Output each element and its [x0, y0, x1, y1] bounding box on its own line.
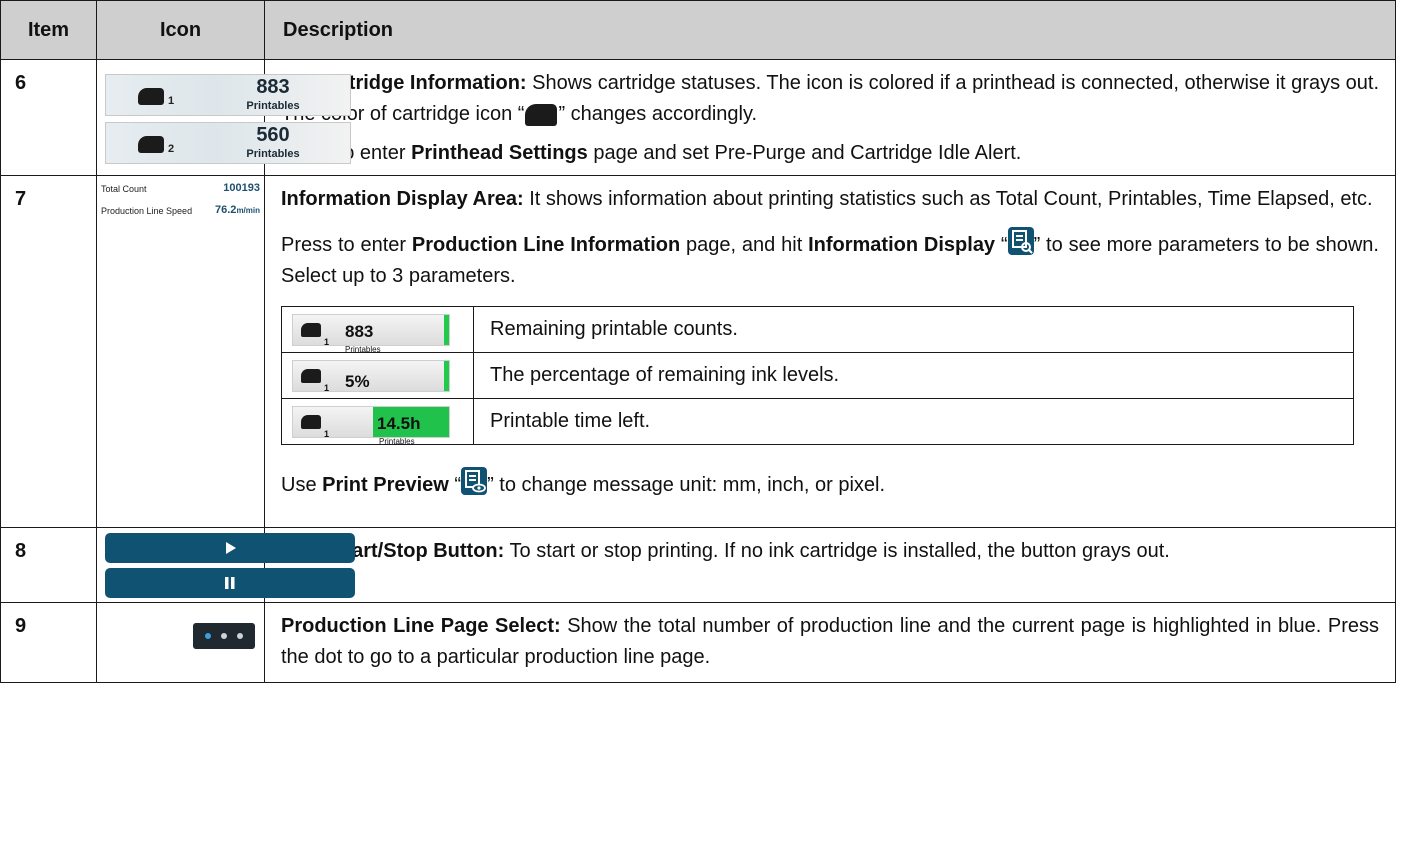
- cartridge-index: 1: [324, 382, 330, 393]
- item-number: 8: [0, 527, 97, 603]
- cartridge-icon: [525, 104, 558, 126]
- cartridge-widget[interactable]: 1 883 Printables: [105, 74, 351, 116]
- cartridge-widget: 1 883 Printables: [292, 313, 450, 354]
- header-item: Item: [0, 0, 97, 60]
- items-table: Item Icon Description 6 1 883 Printables…: [0, 0, 1396, 683]
- table-row: 1 883 Printables Remaining printable cou…: [281, 306, 1354, 354]
- quote: “: [995, 234, 1008, 256]
- description-cell: Production Line Page Select: Show the to…: [264, 602, 1396, 683]
- level-bar: [444, 360, 449, 391]
- play-icon: [226, 542, 236, 554]
- description-cell: Ink Cartridge Information: Shows cartrid…: [264, 59, 1396, 176]
- item-number: 7: [0, 175, 97, 528]
- header-description: Description: [264, 0, 1396, 60]
- mode-icon-cell: 1 5%: [281, 352, 474, 399]
- cartridge-widget: 1 5%: [292, 359, 450, 393]
- cartridge-value: 560: [256, 124, 290, 146]
- stat-value: 76.2m/min: [215, 204, 260, 216]
- description-text: page and set Pre-Purge and Cartridge Idl…: [587, 142, 1022, 164]
- mode-description: Remaining printable counts.: [473, 306, 1354, 353]
- table-row: 7 Total Count 100193 Production Line Spe…: [0, 175, 1396, 528]
- page-dot[interactable]: [237, 633, 243, 639]
- cartridge-icon: [301, 322, 321, 337]
- icon-cell: [96, 602, 265, 683]
- cartridge-icon: [138, 88, 164, 105]
- icon-cell: 1 883 Printables 2 560 Printables: [96, 59, 351, 176]
- level-bar: [444, 314, 449, 345]
- cartridge-index: 1: [324, 428, 330, 439]
- pause-icon: [225, 577, 235, 589]
- print-start-button[interactable]: [105, 533, 355, 563]
- item-number: 6: [0, 59, 97, 176]
- description-title: Production Line Page Select:: [281, 615, 561, 637]
- mode-description: Printable time left.: [473, 398, 1354, 445]
- page-dot-current[interactable]: [205, 633, 211, 639]
- description-text: To start or stop printing. If no ink car…: [504, 540, 1170, 562]
- item-number: 9: [0, 602, 97, 683]
- table-row: 1 5% The percentage of remaining ink lev…: [281, 352, 1354, 399]
- cartridge-widget: 1 14.5h Printables: [292, 405, 450, 446]
- description-text: Press to enter: [281, 234, 412, 256]
- stat-label: Production Line Speed: [101, 206, 193, 216]
- mode-icon-cell: 1 14.5h Printables: [281, 398, 474, 446]
- print-stop-button[interactable]: [105, 568, 355, 598]
- display-modes-table: 1 883 Printables Remaining printable cou…: [281, 306, 1354, 446]
- cartridge-icon: [301, 414, 321, 429]
- cartridge-index: 2: [168, 143, 175, 155]
- description-title: Information Display Area:: [281, 188, 524, 210]
- cartridge-value: 5%: [345, 371, 370, 391]
- description-text: page, and hit: [680, 234, 809, 256]
- button-name: Information Display: [808, 234, 996, 256]
- table-row: 6 1 883 Printables 2 560 Printables Ink …: [0, 59, 1396, 176]
- stat-value: 100193: [223, 182, 260, 194]
- page-name: Production Line Information: [411, 234, 681, 256]
- cartridge-icon: [301, 368, 321, 383]
- cartridge-label: Printables: [246, 148, 300, 160]
- cartridge-label: Printables: [246, 100, 300, 112]
- quote: “: [448, 474, 462, 496]
- cartridge-index: 1: [168, 95, 175, 107]
- cartridge-value: 883: [256, 76, 290, 98]
- description-cell: Print Start/Stop Button: To start or sto…: [264, 527, 1396, 603]
- cartridge-widget[interactable]: 2 560 Printables: [105, 122, 351, 164]
- header-icon: Icon: [96, 0, 265, 60]
- description-text: It shows information about printing stat…: [523, 188, 1373, 210]
- cartridge-index: 1: [324, 336, 330, 347]
- description-text: ” changes accordingly.: [558, 103, 758, 125]
- print-preview-icon: [461, 467, 488, 495]
- button-name: Print Preview: [322, 474, 449, 496]
- page-dot[interactable]: [221, 633, 227, 639]
- table-row: 9 Production Line Page Select: Show the …: [0, 602, 1396, 683]
- mode-icon-cell: 1 883 Printables: [281, 306, 474, 354]
- description-cell: Information Display Area: It shows infor…: [264, 175, 1396, 528]
- table-row: 8 Print Start/Stop Button: To start or s…: [0, 527, 1396, 603]
- cartridge-label: Printables: [379, 436, 415, 446]
- description-text: ” to change message unit: mm, inch, or p…: [487, 474, 886, 496]
- table-header-row: Item Icon Description: [0, 0, 1396, 60]
- icon-cell: [96, 527, 355, 603]
- description-text: Use: [281, 474, 323, 496]
- icon-cell[interactable]: Total Count 100193 Production Line Speed…: [96, 175, 265, 528]
- page-select-dots[interactable]: [193, 623, 255, 649]
- cartridge-icon: [138, 136, 164, 153]
- mode-description: The percentage of remaining ink levels.: [473, 352, 1354, 399]
- stat-label: Total Count: [101, 184, 147, 194]
- table-row: 1 14.5h Printables Printable time left.: [281, 398, 1354, 446]
- page-name: Printhead Settings: [411, 142, 588, 164]
- information-display-icon: [1007, 227, 1034, 255]
- document-page: Item Icon Description 6 1 883 Printables…: [0, 0, 1401, 852]
